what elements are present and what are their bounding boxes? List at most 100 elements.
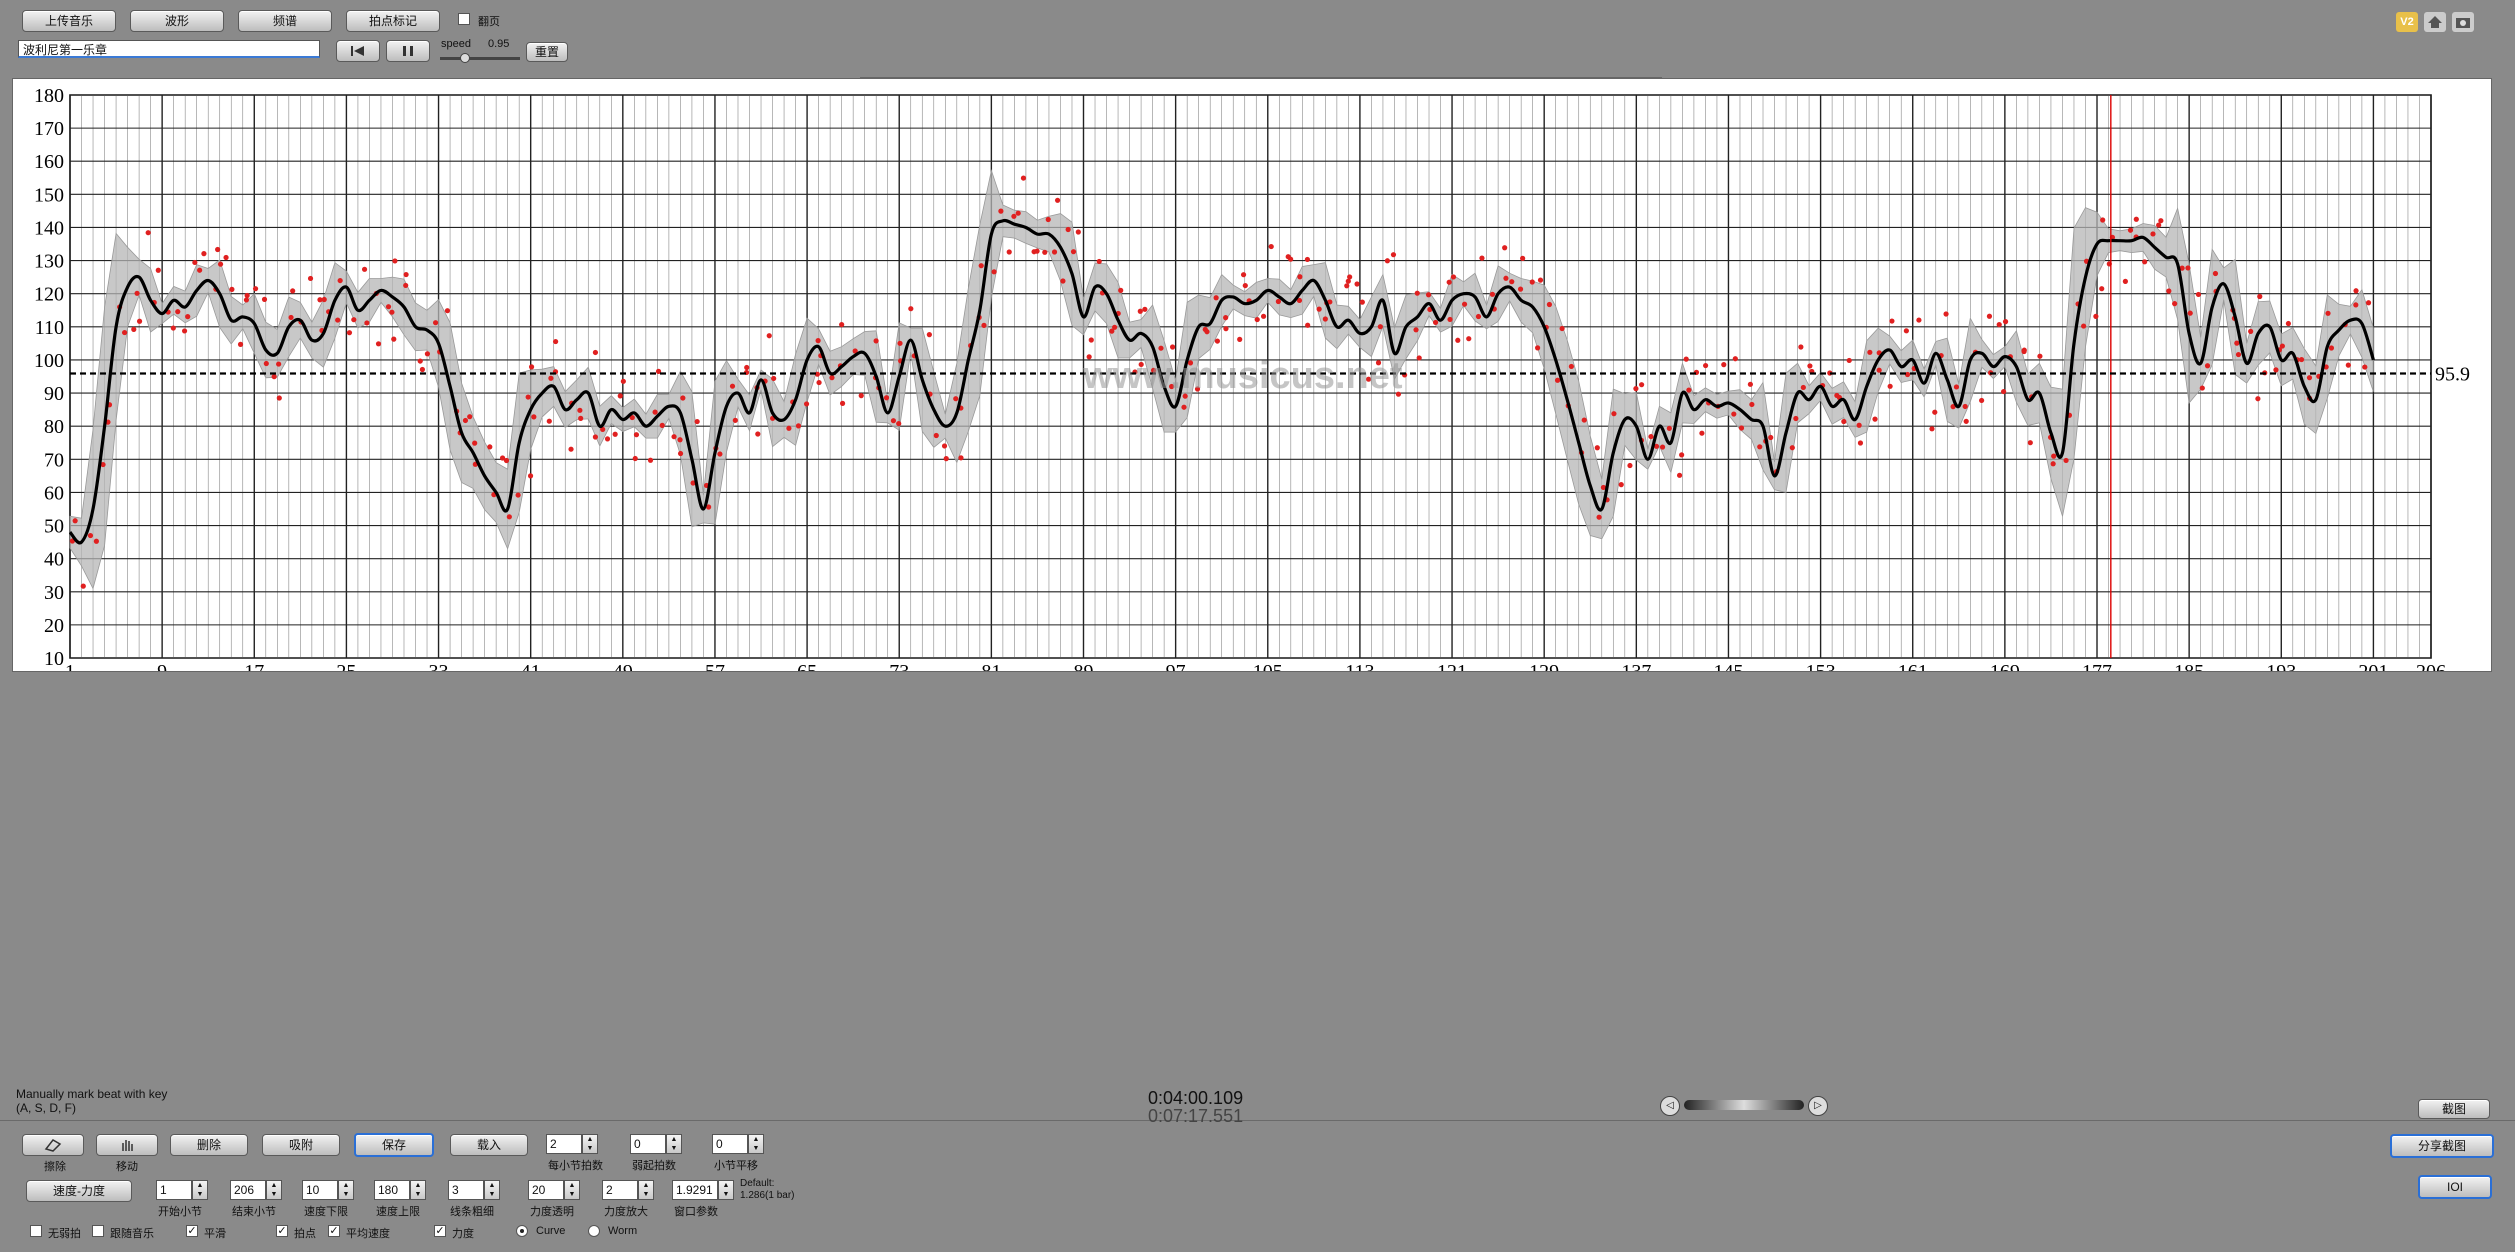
stepper-arrows-icon[interactable]: ▲ ▼	[582, 1134, 598, 1154]
speed-min-stepper[interactable]: 10 ▲ ▼	[302, 1180, 354, 1200]
beat-point	[647, 457, 654, 463]
speed-max-stepper[interactable]: 180 ▲ ▼	[374, 1180, 426, 1200]
move-button[interactable]	[96, 1134, 158, 1156]
dynamics-alpha-value[interactable]: 20	[528, 1180, 564, 1200]
end-bar-stepper[interactable]: 206 ▲ ▼	[230, 1180, 282, 1200]
beat-point	[1304, 256, 1311, 263]
beat-point	[677, 450, 684, 457]
tempo-chart-panel[interactable]: 10 20 30 40 50 60 70 80 90 100 110 120 130 140 150 160 1…	[12, 78, 2492, 672]
beat-point	[80, 583, 86, 589]
erase-button[interactable]	[22, 1134, 84, 1156]
window-param-stepper[interactable]: 1.9291 ▲ ▼	[672, 1180, 734, 1200]
start-beat-value[interactable]: 0	[630, 1134, 666, 1154]
stepper-arrows-icon[interactable]: ▲ ▼	[564, 1180, 580, 1200]
follow-music-checkbox[interactable]	[92, 1225, 104, 1237]
beat-point	[1537, 277, 1544, 283]
beat-point	[2127, 227, 2134, 233]
start-bar-value[interactable]: 1	[156, 1180, 192, 1200]
beat-point	[2255, 396, 2261, 402]
speed-max-value[interactable]: 180	[374, 1180, 410, 1200]
beat-point	[528, 364, 535, 370]
stepper-arrows-icon[interactable]: ▲ ▼	[638, 1180, 654, 1200]
spectrum-button[interactable]: 频谱	[238, 10, 332, 32]
stepper-arrows-icon[interactable]: ▲ ▼	[748, 1134, 764, 1154]
beats-per-bar-label: 每小节拍数	[548, 1160, 603, 1172]
share-screenshot-button[interactable]: 分享截图	[2390, 1134, 2494, 1158]
speed-slider[interactable]	[440, 57, 520, 60]
screenshot-button[interactable]: 截图	[2418, 1099, 2490, 1119]
beat-point	[632, 455, 638, 462]
beat-point	[1611, 411, 1617, 417]
dynamics-alpha-stepper[interactable]: 20 ▲ ▼	[528, 1180, 580, 1200]
y-tick-label: 150	[34, 184, 64, 206]
waveform-button[interactable]: 波形	[130, 10, 224, 32]
reset-button[interactable]: 重置	[526, 42, 568, 62]
speed-dynamics-button[interactable]: 速度-力度	[26, 1180, 132, 1202]
beat-point	[192, 259, 198, 266]
x-tick-label: 169	[1990, 661, 2020, 671]
start-bar-stepper[interactable]: 1 ▲ ▼	[156, 1180, 208, 1200]
camera-button[interactable]	[2452, 12, 2474, 32]
ioi-button[interactable]: IOI	[2418, 1175, 2492, 1199]
beat-point	[943, 456, 949, 462]
beat-point	[2172, 301, 2178, 307]
window-param-value[interactable]: 1.9291	[672, 1180, 718, 1200]
line-width-value[interactable]: 3	[448, 1180, 484, 1200]
home-button[interactable]	[2424, 12, 2446, 32]
beat-point	[321, 296, 327, 303]
pause-icon	[403, 46, 413, 56]
speed-slider-thumb[interactable]	[460, 53, 470, 63]
camera-icon	[2456, 18, 2470, 28]
smooth-checkbox[interactable]: ✓	[186, 1225, 198, 1237]
stepper-arrows-icon[interactable]: ▲ ▼	[410, 1180, 426, 1200]
stepper-arrows-icon[interactable]: ▲ ▼	[338, 1180, 354, 1200]
dynamics-zoom-stepper[interactable]: 2 ▲ ▼	[602, 1180, 654, 1200]
beat-point	[620, 378, 626, 384]
dynamics-checkbox[interactable]: ✓	[434, 1225, 446, 1237]
beat-point	[403, 271, 409, 278]
y-tick-label: 80	[44, 416, 64, 438]
beat-point	[1359, 299, 1365, 305]
skip-back-button[interactable]	[336, 40, 380, 62]
avg-speed-checkbox[interactable]: ✓	[328, 1225, 340, 1237]
load-button[interactable]: 载入	[450, 1134, 528, 1156]
skip-back-icon	[351, 46, 364, 56]
stepper-arrows-icon[interactable]: ▲ ▼	[718, 1180, 734, 1200]
beat-mark-button[interactable]: 拍点标记	[346, 10, 440, 32]
stepper-arrows-icon[interactable]: ▲ ▼	[484, 1180, 500, 1200]
flip-page-checkbox[interactable]	[458, 13, 470, 25]
stepper-arrows-icon[interactable]: ▲ ▼	[266, 1180, 282, 1200]
speed-min-value[interactable]: 10	[302, 1180, 338, 1200]
piece-title-field[interactable]: 波利尼第一乐章	[18, 40, 320, 58]
upload-music-button[interactable]: 上传音乐	[22, 10, 116, 32]
volume-control[interactable]: ◁ ▷	[1660, 1096, 1828, 1116]
delete-button[interactable]: 删除	[170, 1134, 248, 1156]
beat-points-checkbox[interactable]: ✓	[276, 1225, 288, 1237]
x-tick-label: 193	[2266, 661, 2296, 671]
line-width-stepper[interactable]: 3 ▲ ▼	[448, 1180, 500, 1200]
stepper-arrows-icon[interactable]: ▲ ▼	[666, 1134, 682, 1154]
beats-per-bar-stepper[interactable]: 2 ▲ ▼	[546, 1134, 598, 1154]
beat-point	[1768, 434, 1774, 441]
beat-point	[839, 400, 846, 406]
volume-track[interactable]	[1684, 1100, 1804, 1110]
dynamics-zoom-value[interactable]: 2	[602, 1180, 638, 1200]
bar-offset-value[interactable]: 0	[712, 1134, 748, 1154]
start-beat-stepper[interactable]: 0 ▲ ▼	[630, 1134, 682, 1154]
curve-radio[interactable]	[516, 1225, 528, 1237]
beat-point	[375, 341, 382, 347]
beat-point	[1169, 344, 1176, 350]
play-icon[interactable]: ▷	[1808, 1096, 1828, 1116]
end-bar-value[interactable]: 206	[230, 1180, 266, 1200]
beat-point	[578, 415, 584, 421]
pause-button[interactable]	[386, 40, 430, 62]
snap-button[interactable]: 吸附	[262, 1134, 340, 1156]
version-badge[interactable]: V2	[2396, 12, 2418, 32]
beats-per-bar-value[interactable]: 2	[546, 1134, 582, 1154]
stepper-arrows-icon[interactable]: ▲ ▼	[192, 1180, 208, 1200]
bar-offset-stepper[interactable]: 0 ▲ ▼	[712, 1134, 764, 1154]
save-button[interactable]: 保存	[354, 1133, 434, 1157]
worm-radio[interactable]	[588, 1225, 600, 1237]
no-weak-beat-checkbox[interactable]	[30, 1225, 42, 1237]
beat-point	[2273, 367, 2279, 373]
